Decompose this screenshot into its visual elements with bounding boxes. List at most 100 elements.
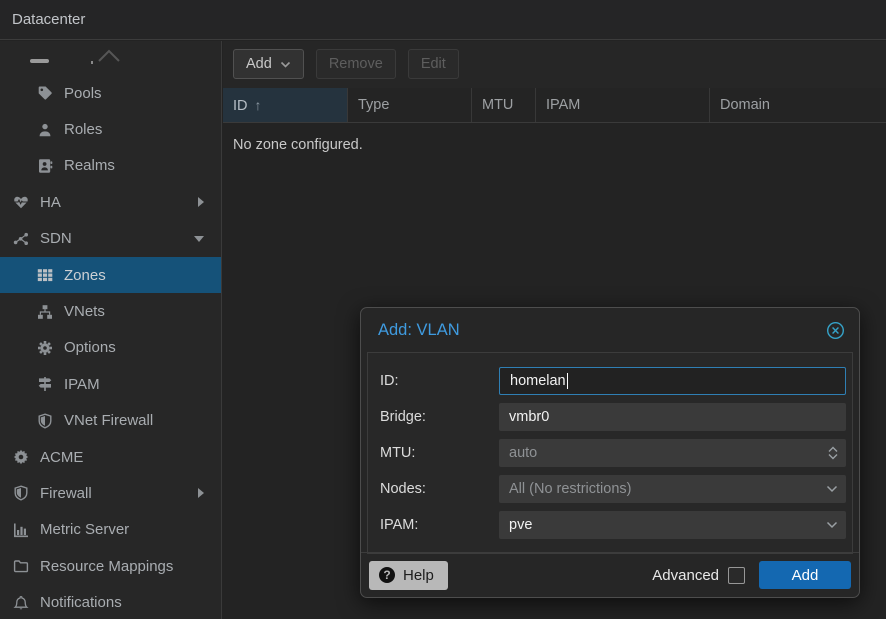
partial-text-fragment <box>91 61 93 64</box>
add-button-label: Add <box>246 56 272 72</box>
sidebar-item-metric-server[interactable]: Metric Server <box>0 512 221 548</box>
field-label: MTU: <box>380 445 499 461</box>
advanced-label: Advanced <box>652 567 719 584</box>
column-label: IPAM <box>546 97 580 113</box>
help-button[interactable]: ? Help <box>369 561 448 590</box>
column-header-ipam[interactable]: IPAM <box>536 88 710 122</box>
nodes-select[interactable]: All (No restrictions) <box>499 475 846 503</box>
sitemap-icon <box>37 304 53 320</box>
expand-right-icon[interactable] <box>198 488 204 498</box>
column-header-type[interactable]: Type <box>348 88 472 122</box>
chevron-up-icon <box>96 48 122 63</box>
advanced-checkbox[interactable] <box>728 567 745 584</box>
column-header-domain[interactable]: Domain <box>710 88 886 122</box>
sidebar-item-zones[interactable]: Zones <box>0 257 221 293</box>
add-button[interactable]: Add <box>233 49 304 79</box>
network-nodes-icon <box>13 231 29 247</box>
sidebar-item-options[interactable]: Options <box>0 330 221 366</box>
help-button-label: Help <box>403 567 434 584</box>
mtu-placeholder: auto <box>509 445 537 461</box>
sort-ascending-icon: ↑ <box>255 97 262 113</box>
sidebar-item-firewall[interactable]: Firewall <box>0 475 221 511</box>
sidebar-item-acme[interactable]: ACME <box>0 439 221 475</box>
form-row-mtu: MTU: auto <box>380 435 846 471</box>
folder-icon <box>13 558 29 574</box>
question-circle-icon: ? <box>379 567 395 583</box>
column-label: Domain <box>720 97 770 113</box>
proxmox-datacenter-screen: Datacenter Pools Roles Real <box>0 0 886 619</box>
chevron-down-icon[interactable] <box>826 521 838 529</box>
submit-add-button[interactable]: Add <box>759 561 851 589</box>
column-label: Type <box>358 97 389 113</box>
column-label: MTU <box>482 97 513 113</box>
map-signs-icon <box>37 376 53 392</box>
sidebar-item-label: IPAM <box>64 376 100 393</box>
sidebar-item-label: Zones <box>64 267 106 284</box>
sidebar-item-label: SDN <box>40 230 72 247</box>
sidebar-item-notifications[interactable]: Notifications <box>0 584 221 619</box>
form-row-ipam: IPAM: pve <box>380 507 846 543</box>
sidebar-item-label: Realms <box>64 157 115 174</box>
shield-icon <box>13 485 29 501</box>
dialog-form: ID: homelan Bridge: vmbr0 MTU: auto <box>367 352 853 554</box>
sidebar-item-label: Metric Server <box>40 521 129 538</box>
address-book-icon <box>37 158 53 174</box>
bridge-input[interactable]: vmbr0 <box>499 403 846 431</box>
sidebar-item-vnets[interactable]: VNets <box>0 293 221 329</box>
collapse-down-icon[interactable] <box>194 236 204 242</box>
sidebar-item-pools[interactable]: Pools <box>0 75 221 111</box>
bridge-input-value: vmbr0 <box>509 409 549 425</box>
sidebar-item-label: ACME <box>40 449 83 466</box>
footer-actions: Advanced Add <box>652 561 851 589</box>
sidebar-item-ha[interactable]: HA <box>0 184 221 220</box>
seal-icon <box>13 449 29 465</box>
chevron-down-icon[interactable] <box>826 485 838 493</box>
sidebar-item-partial[interactable] <box>0 41 221 75</box>
column-label: ID <box>233 98 248 114</box>
add-vlan-dialog: Add: VLAN ID: homelan Bridge: vmbr0 MTU: <box>360 307 860 598</box>
mtu-spinner[interactable]: auto <box>499 439 846 467</box>
text-caret <box>567 373 568 389</box>
dialog-footer: ? Help Advanced Add <box>361 552 859 597</box>
ipam-select[interactable]: pve <box>499 511 846 539</box>
sidebar-item-vnet-firewall[interactable]: VNet Firewall <box>0 403 221 439</box>
page-title: Datacenter <box>0 0 886 40</box>
edit-button-label: Edit <box>421 56 446 72</box>
form-row-nodes: Nodes: All (No restrictions) <box>380 471 846 507</box>
sidebar-item-label: Resource Mappings <box>40 558 173 575</box>
expand-right-icon[interactable] <box>198 197 204 207</box>
sidebar-item-roles[interactable]: Roles <box>0 111 221 147</box>
ipam-select-value: pve <box>509 517 532 533</box>
sidebar-item-sdn[interactable]: SDN <box>0 221 221 257</box>
toolbar: Add Remove Edit <box>223 41 886 88</box>
shield-icon <box>37 413 53 429</box>
sidebar-item-ipam[interactable]: IPAM <box>0 366 221 402</box>
dialog-header[interactable]: Add: VLAN <box>361 308 859 352</box>
remove-button[interactable]: Remove <box>316 49 396 79</box>
column-header-mtu[interactable]: MTU <box>472 88 536 122</box>
sidebar-item-realms[interactable]: Realms <box>0 148 221 184</box>
field-label: ID: <box>380 373 499 389</box>
sidebar-tree: Pools Roles Realms HA SDN <box>0 41 222 619</box>
edit-button[interactable]: Edit <box>408 49 459 79</box>
sidebar-item-label: HA <box>40 194 61 211</box>
sidebar-item-label: VNets <box>64 303 105 320</box>
heartbeat-icon <box>13 194 29 210</box>
top-bar: Datacenter <box>0 0 886 40</box>
gear-icon <box>37 340 53 356</box>
partial-icon-fragment <box>30 59 49 63</box>
column-header-id[interactable]: ID ↑ <box>223 88 348 122</box>
tag-icon <box>37 85 53 101</box>
form-row-id: ID: homelan <box>380 363 846 399</box>
dialog-title: Add: VLAN <box>378 321 826 340</box>
id-input-value: homelan <box>510 373 566 389</box>
empty-table-message: No zone configured. <box>223 123 886 153</box>
close-icon[interactable] <box>826 321 845 340</box>
nodes-placeholder: All (No restrictions) <box>509 481 631 497</box>
spinner-up-down-icon[interactable] <box>828 447 838 460</box>
field-label: Nodes: <box>380 481 499 497</box>
id-input[interactable]: homelan <box>499 367 846 395</box>
sidebar-item-resource-mappings[interactable]: Resource Mappings <box>0 548 221 584</box>
sidebar-item-label: Notifications <box>40 594 122 611</box>
bell-icon <box>13 595 29 611</box>
